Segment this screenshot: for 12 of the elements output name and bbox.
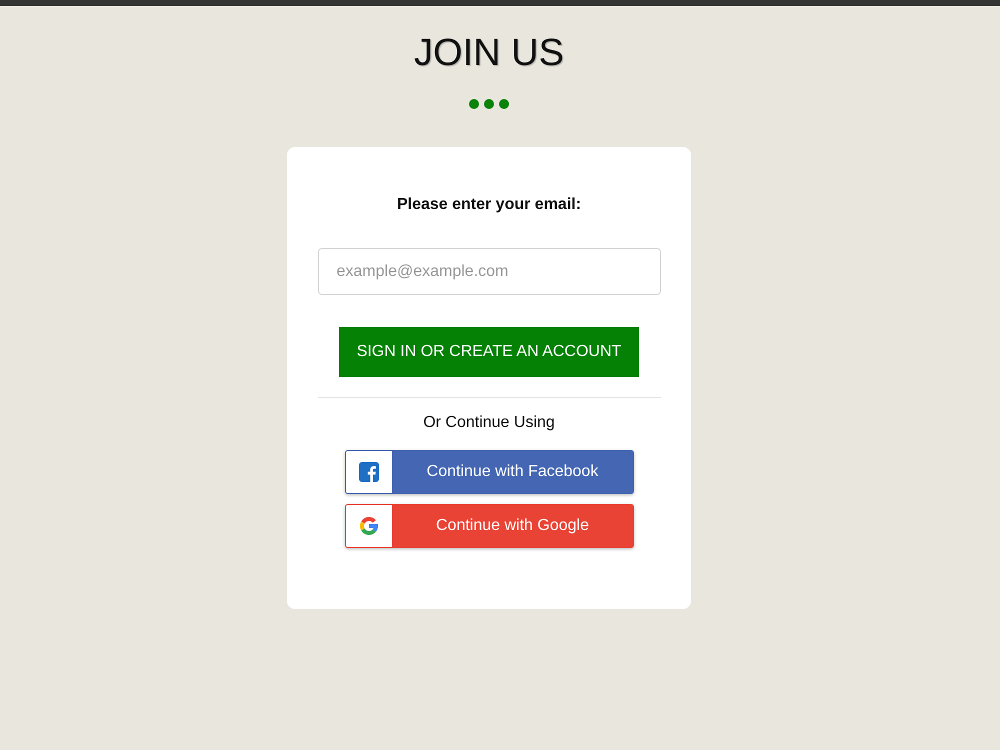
dot-icon [469,99,479,109]
divider-text: Or Continue Using [423,413,555,433]
dot-icon [499,99,509,109]
facebook-icon [358,462,378,482]
facebook-button[interactable]: Continue with Facebook [344,450,634,494]
email-prompt: Please enter your email: [396,195,582,215]
dot-icon [484,99,494,109]
email-field[interactable]: example@example.com [318,248,660,295]
sign-in-button[interactable]: SIGN IN OR CREATE AN ACCOUNT [339,327,639,377]
google-button[interactable]: Continue with Google [344,504,634,548]
page-title: JOIN US [414,31,564,75]
google-icon [358,516,378,536]
